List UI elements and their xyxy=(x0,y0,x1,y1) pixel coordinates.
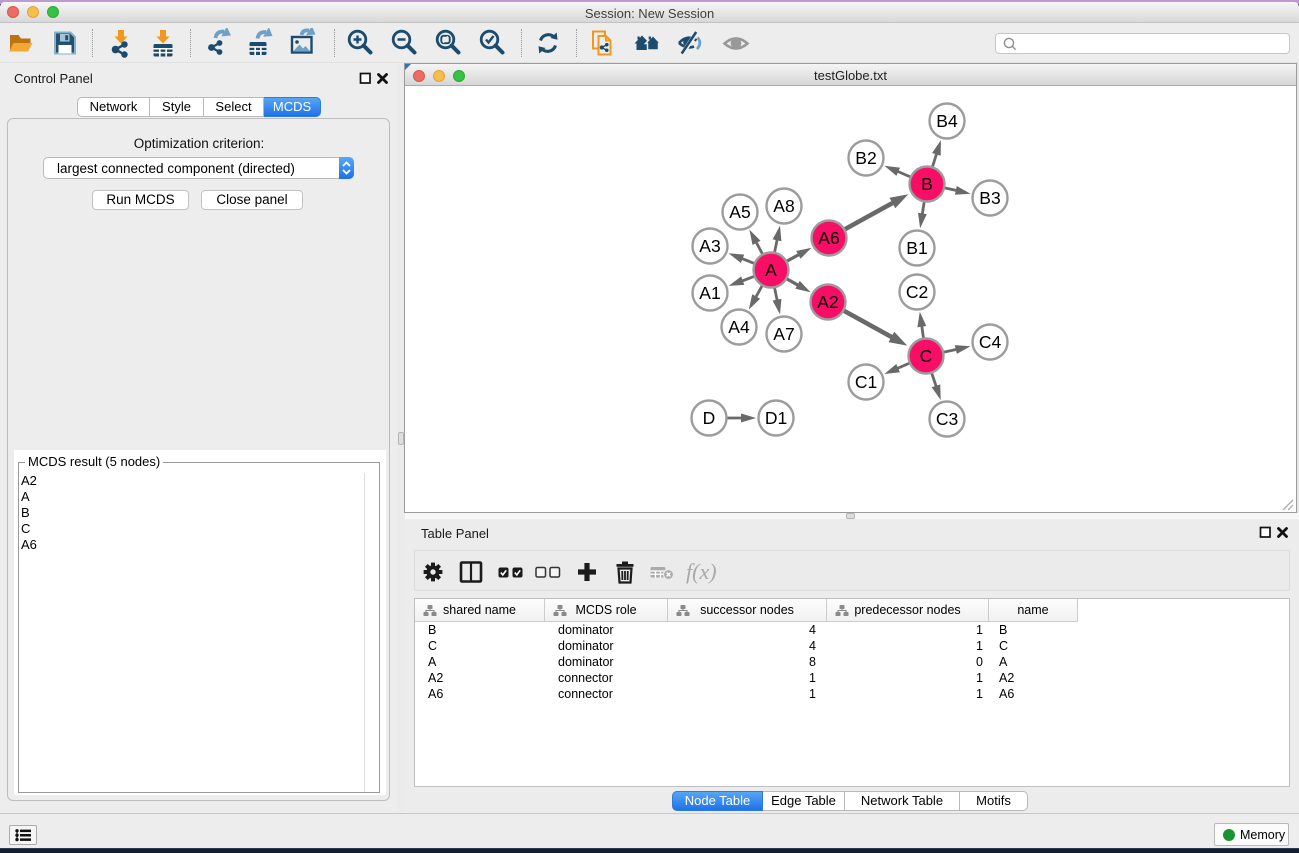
svg-text:B2: B2 xyxy=(855,148,876,168)
svg-text:A6: A6 xyxy=(818,228,839,248)
svg-text:A8: A8 xyxy=(773,196,794,216)
svg-text:C: C xyxy=(920,346,933,366)
svg-text:C3: C3 xyxy=(936,409,958,429)
svg-text:D1: D1 xyxy=(765,408,787,428)
svg-text:C1: C1 xyxy=(855,372,877,392)
svg-text:A2: A2 xyxy=(817,292,838,312)
svg-text:A5: A5 xyxy=(729,202,750,222)
svg-text:A3: A3 xyxy=(699,236,720,256)
svg-text:A: A xyxy=(765,260,777,280)
svg-text:A4: A4 xyxy=(728,317,750,337)
svg-text:B: B xyxy=(921,174,933,194)
svg-text:B4: B4 xyxy=(936,111,958,131)
svg-text:C2: C2 xyxy=(906,282,928,302)
svg-text:A7: A7 xyxy=(773,324,794,344)
svg-text:C4: C4 xyxy=(979,332,1002,352)
svg-text:A1: A1 xyxy=(699,283,720,303)
svg-text:B3: B3 xyxy=(979,188,1000,208)
svg-text:D: D xyxy=(703,408,716,428)
svg-text:B1: B1 xyxy=(906,238,927,258)
